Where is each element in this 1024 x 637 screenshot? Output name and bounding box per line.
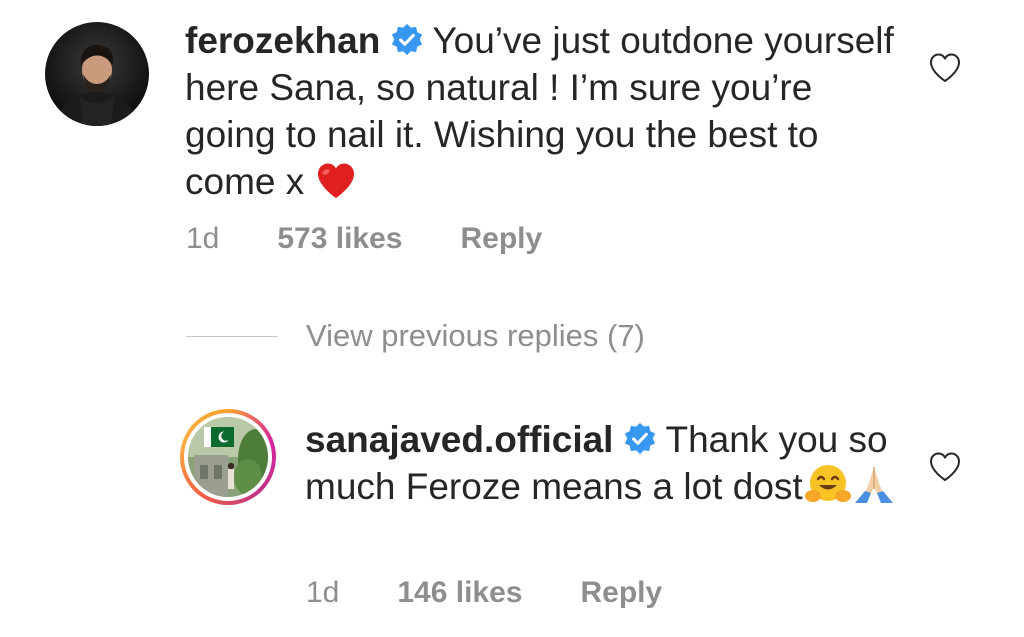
comment-username[interactable]: ferozekhan <box>185 20 380 61</box>
avatar-sanajaved-official[interactable] <box>180 409 276 505</box>
comment-text-1: ferozekhan You’ve just outdone yourself … <box>185 17 905 211</box>
view-previous-replies-button[interactable]: View previous replies (7) <box>186 318 645 354</box>
red-heart-emoji-icon <box>316 162 356 211</box>
divider-line <box>186 335 278 337</box>
comment-username[interactable]: sanajaved.official <box>305 419 613 460</box>
verified-badge-icon <box>625 422 656 455</box>
comment-meta-2: 1d 146 likes Reply <box>306 576 662 610</box>
reply-button[interactable]: Reply <box>581 576 663 610</box>
avatar-ferozekhan[interactable] <box>45 22 149 126</box>
comment-text-2: sanajaved.official Thank you so much Fer… <box>305 416 905 516</box>
comment-timestamp: 1d <box>186 222 220 255</box>
like-heart-icon[interactable] <box>928 450 962 484</box>
hugging-face-emoji-icon <box>804 463 851 516</box>
reply-button[interactable]: Reply <box>461 222 543 256</box>
profile-photo-icon <box>188 417 268 497</box>
comment-meta-1: 1d 573 likes Reply <box>186 222 542 256</box>
profile-photo-icon <box>45 22 149 126</box>
comment-likes-count[interactable]: 146 likes <box>397 576 522 610</box>
comment-timestamp: 1d <box>306 576 340 609</box>
like-heart-icon[interactable] <box>928 51 962 85</box>
view-previous-replies-label: View previous replies (7) <box>306 318 645 353</box>
avatar-inner <box>184 413 272 501</box>
comment-thread: ferozekhan You’ve just outdone yourself … <box>0 0 1024 637</box>
folded-hands-emoji-icon <box>851 463 897 516</box>
comment-likes-count[interactable]: 573 likes <box>277 222 402 256</box>
verified-badge-icon <box>392 23 423 56</box>
